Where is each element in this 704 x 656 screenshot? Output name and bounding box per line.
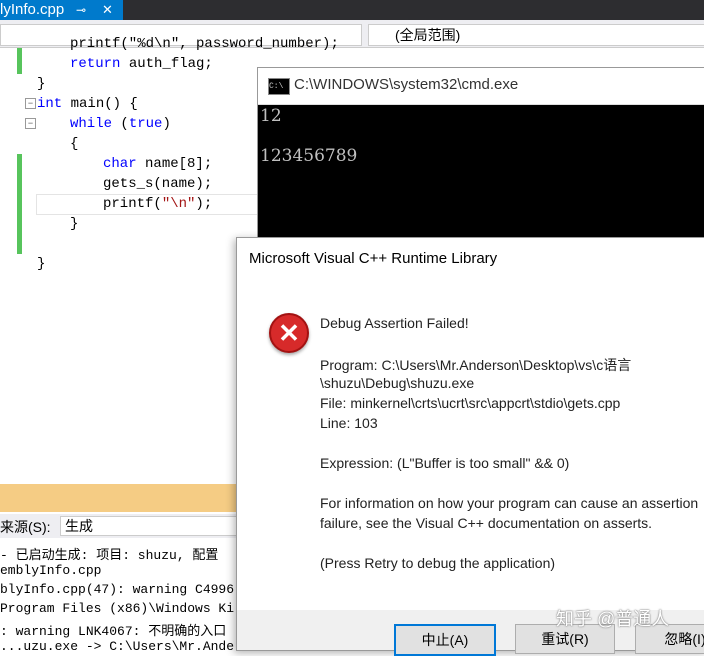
source-dropdown[interactable]: 生成 [60,516,246,536]
output-line: - 已启动生成: 项目: shuzu, 配置 [0,548,219,563]
close-icon[interactable]: ✕ [102,0,113,20]
editor-tab-bar: lyInfo.cpp ⊸ ✕ [0,0,704,20]
dialog-line-number: Line: 103 [320,415,378,431]
dialog-program-path: \shuzu\Debug\shuzu.exe [320,375,475,391]
console-output-line: 12 [260,106,282,126]
dialog-expression: Expression: (L"Buffer is too small" && 0… [320,455,570,471]
fold-toggle-icon[interactable]: − [25,98,36,109]
output-line: emblyInfo.cpp [0,563,102,578]
code-line: while (true) [70,114,171,134]
code-keyword: while [70,116,113,132]
output-line: : warning LNK4067: 不明确的入口 [0,624,227,639]
console-icon: C:\ [268,78,290,95]
code-text: main() { [62,96,138,112]
code-keyword: true [128,116,163,132]
scope-dropdown[interactable]: (全局范围) [368,24,704,46]
output-line: Program Files (x86)\Windows Ki [0,601,235,616]
source-label: 来源(S): [0,519,51,535]
error-icon: ✕ [269,313,309,353]
dialog-program-line: Program: C:\Users\Mr.Anderson\Desktop\vs… [320,357,632,373]
code-keyword: int [37,96,63,112]
change-marker [17,48,22,74]
watermark: 知乎 @普通人 [556,609,670,629]
tab-label: lyInfo.cpp [0,1,65,18]
code-string: "\n" [161,196,196,212]
console-title-bar[interactable]: C:\ C:\WINDOWS\system32\cmd.exe [258,68,704,105]
code-text: ) [162,116,171,132]
dialog-info-line: failure, see the Visual C++ documentatio… [320,515,653,531]
fold-toggle-icon[interactable]: − [25,118,36,129]
output-line: blyInfo.cpp(47): warning C4996 [0,582,235,597]
dialog-file-line: File: minkernel\crts\ucrt\src\appcrt\std… [320,395,621,411]
code-line: } [70,216,79,232]
source-value: 生成 [65,518,93,534]
change-marker [17,154,22,254]
code-text: printf( [103,196,162,212]
code-line: { [70,136,79,152]
console-output-line: 123456789 [260,146,358,166]
scope-label: (全局范围) [395,27,461,43]
code-line: char name[8]; [103,154,212,174]
code-line: return auth_flag; [70,56,213,72]
code-keyword: char [103,156,137,172]
code-text: ( [112,116,129,132]
console-title: C:\WINDOWS\system32\cmd.exe [294,76,519,93]
code-line: int main() { [37,94,138,114]
dialog-heading: Debug Assertion Failed! [320,315,469,331]
code-line: } [37,76,46,92]
abort-button[interactable]: 中止(A) [394,624,496,656]
code-line: gets_s(name); [103,176,213,192]
dialog-info-line: For information on how your program can … [320,495,699,511]
tab-file[interactable]: lyInfo.cpp ⊸ ✕ [0,0,123,20]
dialog-press-retry: (Press Retry to debug the application) [320,555,556,571]
console-window[interactable]: C:\ C:\WINDOWS\system32\cmd.exe 12 12345… [257,67,704,245]
pin-icon[interactable]: ⊸ [76,0,86,20]
code-line: printf("\n"); [103,194,212,214]
code-text: name[8]; [136,156,213,172]
assertion-dialog[interactable]: Microsoft Visual C++ Runtime Library ✕ D… [236,237,704,656]
dialog-title: Microsoft Visual C++ Runtime Library [249,250,498,267]
code-line: } [37,256,46,272]
code-line: printf("%d\n", password_number); [70,36,339,52]
code-text: ); [195,196,213,212]
